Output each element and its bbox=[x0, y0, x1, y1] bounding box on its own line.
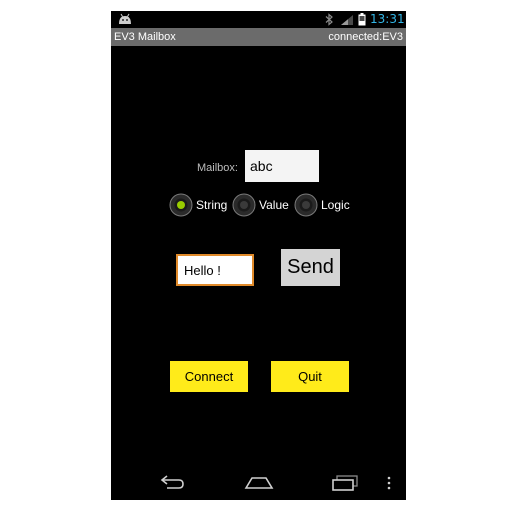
navigation-bar bbox=[111, 466, 406, 500]
radio-value[interactable] bbox=[232, 193, 256, 217]
bluetooth-icon bbox=[325, 13, 333, 26]
menu-icon[interactable] bbox=[386, 474, 392, 492]
mailbox-input[interactable] bbox=[245, 150, 319, 182]
mailbox-label: Mailbox: bbox=[197, 162, 238, 174]
android-icon bbox=[119, 13, 131, 24]
radio-string-label: String bbox=[196, 198, 228, 212]
phone-screen: 13:31 EV3 Mailbox connected:EV3 Mailbox:… bbox=[111, 11, 406, 500]
connection-status: connected:EV3 bbox=[328, 31, 403, 43]
quit-button[interactable]: Quit bbox=[271, 361, 349, 392]
radio-value-label: Value bbox=[259, 198, 289, 212]
send-button[interactable]: Send bbox=[281, 249, 340, 286]
recents-icon[interactable] bbox=[331, 474, 359, 492]
status-clock: 13:31 bbox=[370, 12, 405, 26]
connect-button[interactable]: Connect bbox=[170, 361, 248, 392]
radio-logic-label: Logic bbox=[321, 198, 350, 212]
signal-icon bbox=[341, 15, 353, 25]
back-icon[interactable] bbox=[157, 474, 185, 492]
app-title-bar: EV3 Mailbox connected:EV3 bbox=[111, 28, 406, 46]
home-icon[interactable] bbox=[244, 474, 274, 492]
radio-string[interactable] bbox=[169, 193, 193, 217]
message-input[interactable] bbox=[176, 254, 254, 286]
battery-icon bbox=[358, 13, 366, 26]
status-bar: 13:31 bbox=[111, 11, 406, 28]
app-title: EV3 Mailbox bbox=[114, 31, 176, 43]
radio-logic[interactable] bbox=[294, 193, 318, 217]
